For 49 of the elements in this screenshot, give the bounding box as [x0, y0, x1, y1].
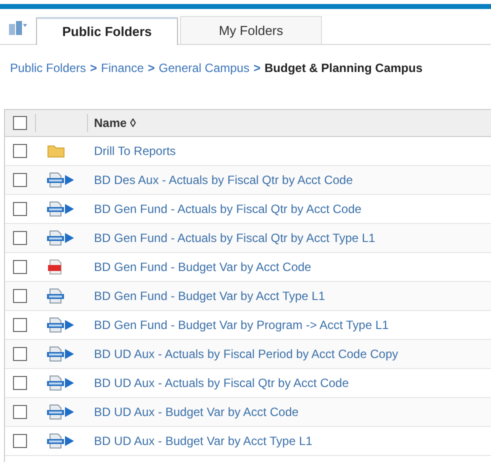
report-link[interactable]: BD Gen Fund - Actuals by Fiscal Qtr by Acct Type L1: [87, 229, 376, 247]
breadcrumb-link[interactable]: Public Folders: [10, 59, 86, 77]
checkbox[interactable]: [13, 260, 27, 274]
report-link[interactable]: BD Gen Fund - Budget Var by Acct Type L1: [87, 287, 326, 305]
report-link[interactable]: BD Gen Fund - Budget Var by Program -> Acct Type L1: [87, 316, 389, 334]
table-row[interactable]: BD UD Aux - Actuals by Fiscal Period by Acct Code Copy: [5, 340, 491, 369]
report-link[interactable]: BD UD Aux - Actuals by Fiscal Period by Acct Code Copy: [87, 345, 398, 363]
checkbox[interactable]: [13, 202, 27, 216]
report-link[interactable]: Drill To Reports: [87, 142, 176, 160]
report-view-icon: [47, 433, 75, 449]
table-row[interactable]: BD Gen Fund - Budget Var by Acct Type L1: [5, 282, 491, 311]
report-view-icon: [47, 230, 75, 246]
tab[interactable]: Public Folders: [36, 17, 178, 45]
breadcrumb-separator: >: [148, 60, 155, 77]
breadcrumb-link[interactable]: General Campus: [158, 59, 250, 77]
report-link[interactable]: BD Gen Fund - Actuals by Fiscal Qtr by Acct Code: [87, 200, 362, 218]
breadcrumb-separator: >: [253, 60, 260, 77]
report-link[interactable]: BD Des Aux - Actuals by Fiscal Qtr by Acct Code: [87, 171, 353, 189]
table-row[interactable]: BD UD Aux - Budget Var by Acct Code: [5, 398, 491, 427]
report-view-icon: [47, 172, 75, 188]
checkbox[interactable]: [13, 231, 27, 245]
table-row[interactable]: BD Gen Fund - Actuals by Fiscal Qtr by Acct Type L1: [5, 224, 491, 253]
checkbox[interactable]: [13, 405, 27, 419]
column-header[interactable]: Name ◊: [94, 114, 136, 132]
breadcrumb-link[interactable]: Finance: [101, 59, 144, 77]
breadcrumb-current: Budget & Planning Campus: [264, 60, 423, 77]
report-link[interactable]: BD UD Aux - Budget Var by Acct Type L1: [87, 432, 312, 450]
tab[interactable]: My Folders: [180, 16, 322, 44]
report-view-icon: [47, 375, 75, 391]
checkbox[interactable]: [13, 116, 27, 130]
report-link[interactable]: BD UD Aux - Budget Var by Acct Code: [87, 403, 299, 421]
report-link[interactable]: BD Gen Fund - Budget Var by Acct Code: [87, 258, 312, 276]
checkbox[interactable]: [13, 347, 27, 361]
checkbox[interactable]: [13, 289, 27, 303]
report-view-icon: [47, 201, 75, 217]
checkbox[interactable]: [13, 434, 27, 448]
checkbox[interactable]: [13, 376, 27, 390]
checkbox[interactable]: [13, 318, 27, 332]
report-view-icon: [47, 346, 75, 362]
report-link[interactable]: BD UD Aux - Actuals by Fiscal Qtr by Acct Code: [87, 374, 349, 392]
report-icon: [47, 288, 65, 304]
table-row[interactable]: BD Des Aux - Actuals by Fiscal Qtr by Acct Code: [5, 166, 491, 195]
breadcrumb-separator: >: [90, 60, 98, 77]
pdf-icon: [47, 259, 63, 275]
checkbox[interactable]: [13, 173, 27, 187]
checkbox[interactable]: [13, 144, 27, 158]
report-view-icon: [47, 404, 75, 420]
report-view-icon: [47, 317, 75, 333]
folder-icon: [47, 144, 65, 158]
